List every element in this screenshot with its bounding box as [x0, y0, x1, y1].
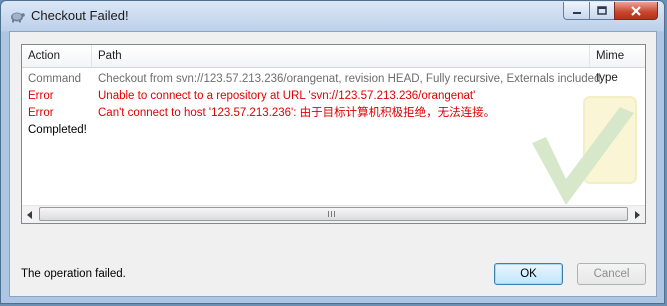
scroll-left-button[interactable] [22, 207, 38, 222]
cancel-button[interactable]: Cancel [577, 263, 646, 285]
maximize-button[interactable] [589, 2, 615, 20]
row-action: Completed! [28, 124, 87, 136]
row-action: Error [28, 107, 54, 119]
table-row[interactable]: Error Unable to connect to a repository … [22, 88, 645, 105]
ok-button[interactable]: OK [494, 263, 563, 285]
minimize-button[interactable] [563, 2, 590, 20]
scroll-right-button[interactable] [629, 207, 645, 222]
row-action: Error [28, 90, 54, 102]
table-row[interactable]: Command Checkout from svn://123.57.213.2… [22, 71, 645, 88]
column-header-path[interactable]: Path [92, 45, 590, 67]
arrow-left-icon [27, 210, 32, 219]
table-row[interactable]: Completed! [22, 122, 645, 139]
column-header-action[interactable]: Action [22, 45, 92, 67]
row-action: Command [28, 73, 82, 85]
close-icon [631, 5, 641, 16]
row-path: Checkout from svn://123.57.213.236/orang… [98, 73, 601, 85]
minimize-icon [572, 11, 581, 14]
column-header-mime[interactable]: Mime type [590, 45, 645, 84]
list-rows: Command Checkout from svn://123.57.213.2… [22, 71, 645, 139]
window-title: Checkout Failed! [31, 8, 129, 23]
row-path: Can't connect to host '123.57.213.236': … [98, 107, 496, 119]
scrollbar-thumb[interactable] [39, 207, 628, 221]
horizontal-scrollbar[interactable] [22, 205, 645, 223]
row-path: Unable to connect to a repository at URL… [98, 90, 476, 102]
close-button[interactable] [614, 2, 658, 20]
table-row[interactable]: Error Can't connect to host '123.57.213.… [22, 105, 645, 122]
arrow-right-icon [635, 210, 640, 219]
checkout-dialog: Checkout Failed! Action Path Mime type C… [0, 0, 665, 304]
results-list[interactable]: Action Path Mime type Command Checkout f… [21, 44, 646, 224]
maximize-icon [597, 5, 607, 15]
title-bar[interactable]: Checkout Failed! [1, 1, 664, 31]
status-message: The operation failed. [21, 268, 126, 280]
tortoise-icon [11, 12, 25, 23]
list-header: Action Path Mime type [22, 45, 645, 84]
dialog-body: Action Path Mime type Command Checkout f… [9, 31, 657, 297]
scrollbar-grip-icon [328, 211, 337, 217]
